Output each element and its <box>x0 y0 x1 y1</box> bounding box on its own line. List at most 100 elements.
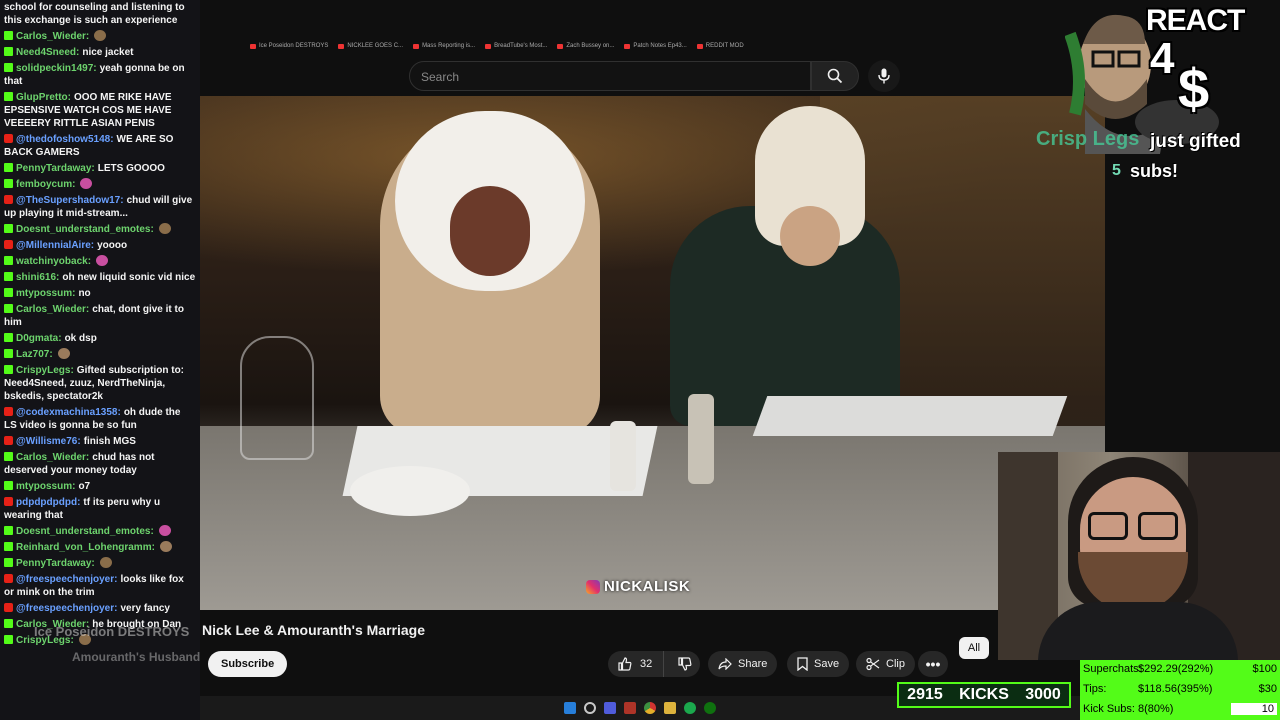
chat-username[interactable]: Carlos_Wieder: <box>16 452 89 463</box>
chat-message-text: no <box>78 288 91 299</box>
chat-message: mtypossum: o7 <box>0 479 200 495</box>
discord-icon[interactable] <box>604 702 616 714</box>
kick-badge-icon <box>4 349 13 358</box>
chat-username[interactable]: @MillennialAire: <box>16 240 94 251</box>
chat-username[interactable]: GlupPretto: <box>16 92 71 103</box>
chat-username[interactable]: Carlos_Wieder: <box>16 304 89 315</box>
chat-message: mtypossum: no <box>0 286 200 302</box>
chat-message: Carlos_Wieder: chat, dont give it to him <box>0 302 200 331</box>
bookmark-label: Mass Reporting is... <box>422 43 476 49</box>
chat-username[interactable]: @codexmachina1358: <box>16 407 121 418</box>
youtube-badge-icon <box>4 436 13 445</box>
chat-message: Carlos_Wieder: <box>0 29 200 45</box>
filter-chip-all[interactable]: All <box>959 637 989 659</box>
subscribe-button[interactable]: Subscribe <box>208 651 288 677</box>
bookmark-label: Ice Poseidon DESTROYS <box>259 43 329 49</box>
chat-message-text: school for counseling and listening to t… <box>4 2 185 26</box>
bookmark-item[interactable]: NICKLEE GOES C... <box>338 43 403 49</box>
chat-username[interactable]: shini616: <box>16 272 59 283</box>
kicks-current: 2915 <box>907 686 943 703</box>
spotify-icon[interactable] <box>684 702 696 714</box>
search-icon[interactable] <box>584 702 596 714</box>
sub-alert-count: 5 <box>1112 162 1121 179</box>
video-watermark: NICKALISK <box>586 578 690 595</box>
chat-username[interactable]: Doesnt_understand_emotes: <box>16 526 154 537</box>
bookmark-label: REDDIT MOD <box>705 43 744 49</box>
react-logo-text: REACT <box>1146 4 1245 37</box>
chat-username[interactable]: D0gmata: <box>16 333 62 344</box>
dislike-button[interactable] <box>670 657 700 671</box>
chat-top-line: school for counseling and listening to t… <box>0 0 200 29</box>
chat-username[interactable]: @Willisme76: <box>16 436 81 447</box>
chrome-icon[interactable] <box>644 702 656 714</box>
emote-icon <box>99 557 112 568</box>
folder-icon[interactable] <box>664 702 676 714</box>
donation-stats-panel: Superchats: $292.29(292%) $100 Tips: $11… <box>1080 660 1280 720</box>
chat-username[interactable]: PennyTardaway: <box>16 163 95 174</box>
search-input[interactable] <box>410 62 803 92</box>
sub-alert-username: Crisp Legs <box>1036 128 1140 150</box>
more-actions-button[interactable]: ••• <box>918 651 948 677</box>
chat-username[interactable]: PennyTardaway: <box>16 558 95 569</box>
react-logo-number: 4 <box>1150 34 1175 83</box>
emote-icon <box>159 541 172 552</box>
chat-username[interactable]: @TheSupershadow17: <box>16 195 124 206</box>
chat-username[interactable]: solidpeckin1497: <box>16 63 97 74</box>
stat-value: $118.56(395%) <box>1138 682 1213 695</box>
chat-message: Carlos_Wieder: chud has not deserved your… <box>0 450 200 479</box>
bookmark-item[interactable]: BreadTube's Most... <box>485 43 547 49</box>
like-button[interactable]: 32 <box>608 651 665 677</box>
share-button[interactable]: Share <box>708 651 778 677</box>
youtube-badge-icon <box>4 497 13 506</box>
video-player[interactable]: NICKALISK <box>200 96 1105 610</box>
kick-badge-icon <box>4 256 13 265</box>
chat-username[interactable]: femboycum: <box>16 179 75 190</box>
kick-badge-icon <box>4 47 13 56</box>
chat-username[interactable]: mtypossum: <box>16 288 75 299</box>
search-button[interactable] <box>811 61 859 91</box>
share-icon <box>718 658 732 670</box>
chat-username[interactable]: Doesnt_understand_emotes: <box>16 224 154 235</box>
chat-username[interactable]: mtypossum: <box>16 481 75 492</box>
bookmark-favicon-icon <box>250 43 256 49</box>
clip-button[interactable]: Clip <box>856 651 915 677</box>
bookmark-item[interactable]: Mass Reporting is... <box>413 43 475 49</box>
chat-message: @thedofoshow5148: WE ARE SO BACK GAMERS <box>0 132 200 161</box>
sub-alert-text: just gifted <box>1150 131 1241 152</box>
chat-username[interactable]: Laz707: <box>16 349 53 360</box>
kick-badge-icon <box>4 31 13 40</box>
bookmark-item[interactable]: Patch Notes Ep43... <box>624 43 687 49</box>
bookmark-item[interactable]: REDDIT MOD <box>696 43 744 49</box>
bookmark-item[interactable]: Zach Bussey on... <box>557 43 614 49</box>
search-icon <box>827 68 843 84</box>
stat-value: $292.29(292%) <box>1138 662 1214 675</box>
chat-username[interactable]: @thedofoshow5148: <box>16 134 114 145</box>
chat-username[interactable]: Need4Sneed: <box>16 47 79 58</box>
xbox-icon[interactable] <box>704 702 716 714</box>
save-button[interactable]: Save <box>787 651 850 677</box>
search-box[interactable] <box>409 61 811 92</box>
chat-username[interactable]: watchinyoback: <box>16 256 91 267</box>
bookmark-favicon-icon <box>557 43 564 49</box>
chat-message-text: oh new liquid sonic vid nice <box>62 272 196 283</box>
chat-username[interactable]: Carlos_Wieder: <box>16 31 89 42</box>
emote-icon <box>80 178 93 189</box>
app-icon[interactable] <box>624 702 636 714</box>
chat-message: solidpeckin1497: yeah gonna be on that <box>0 61 200 90</box>
chat-message-text: very fancy <box>120 603 170 614</box>
kicks-goal: 3000 <box>1025 686 1061 703</box>
instagram-icon <box>586 579 600 594</box>
chat-username[interactable]: Reinhard_von_Lohengramm: <box>16 542 155 553</box>
windows-start-icon[interactable] <box>564 702 576 714</box>
bookmark-item[interactable]: Ice Poseidon DESTROYS <box>250 43 328 49</box>
bookmark-favicon-icon <box>624 43 631 49</box>
voice-search-button[interactable] <box>868 60 900 92</box>
kicks-goal-bar: 2915 KICKS 3000 <box>897 682 1071 708</box>
chat-username[interactable]: CrispyLegs: <box>16 365 74 376</box>
chat-message-text: ok dsp <box>64 333 97 344</box>
microphone-icon <box>878 68 890 84</box>
channel-name[interactable]: Amouranth's Husband <box>72 650 200 664</box>
chat-username[interactable]: @freespeechenjoyer: <box>16 603 117 614</box>
chat-username[interactable]: @freespeechenjoyer: <box>16 574 117 585</box>
chat-username[interactable]: pdpdpdpdpd: <box>16 497 80 508</box>
